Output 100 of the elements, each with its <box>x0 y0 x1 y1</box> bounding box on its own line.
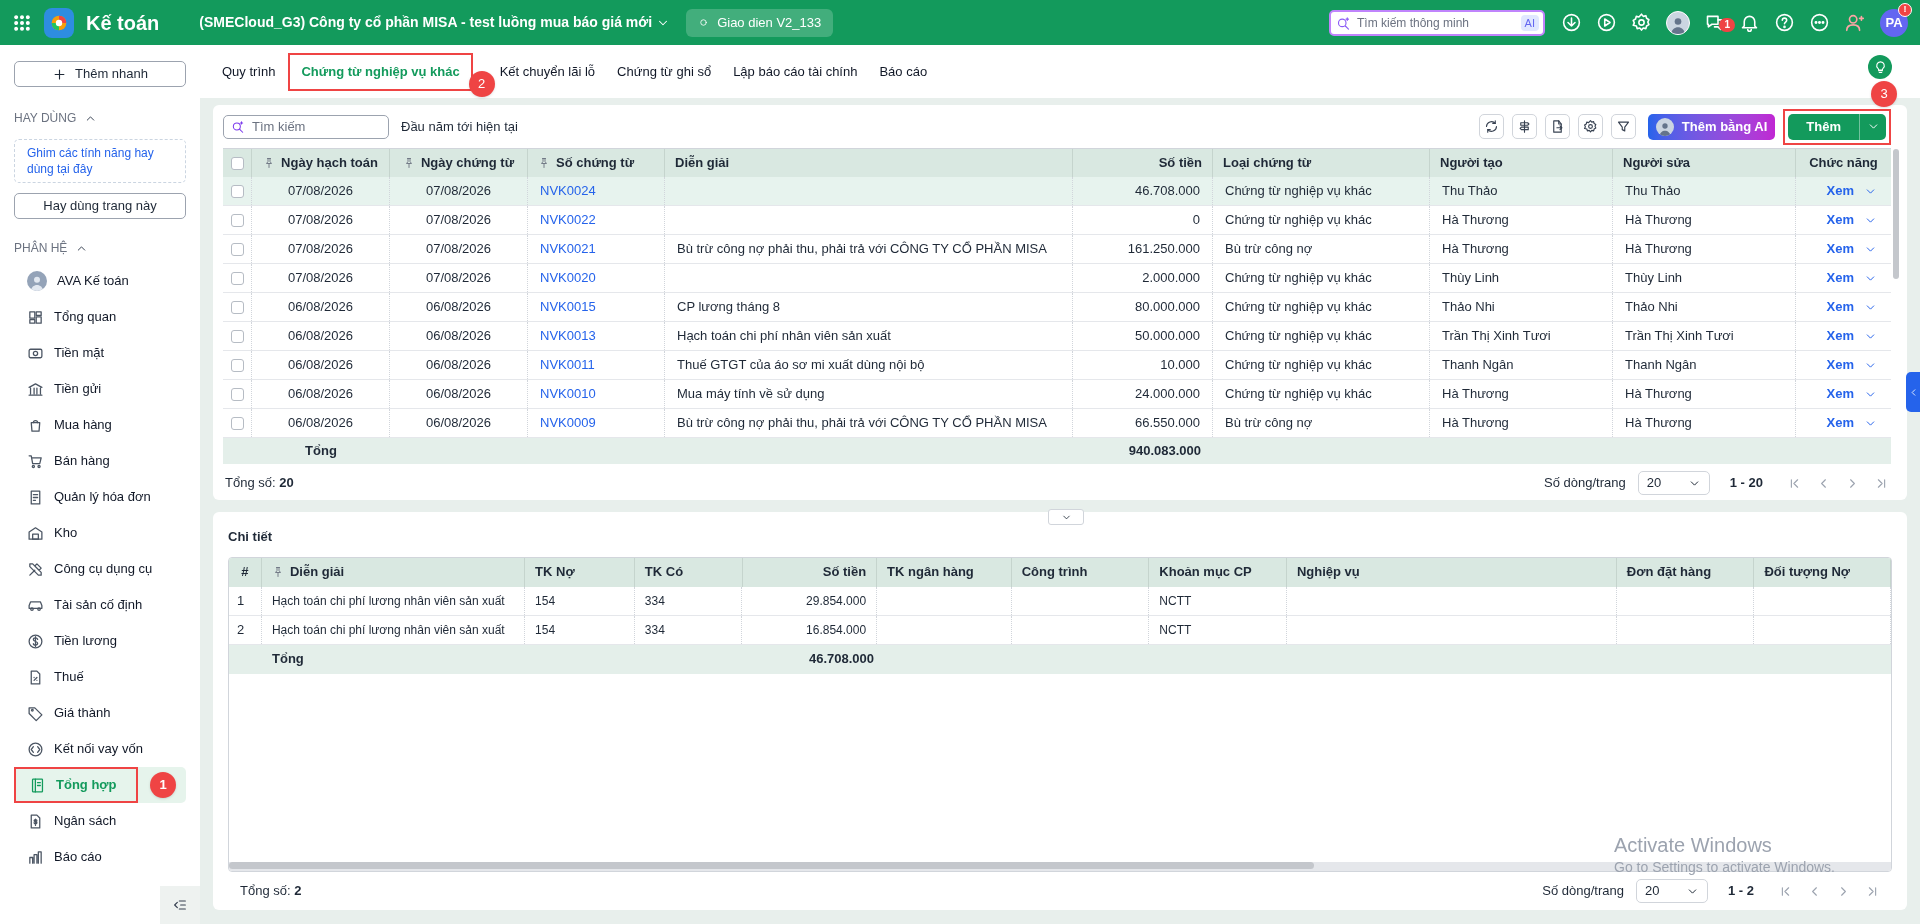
document-link[interactable]: NVK0015 <box>540 297 596 317</box>
table-row[interactable]: 06/08/2026 06/08/2026 NVK0013 Hạch toán chi phí nhân viên sản xuất 50.000.000 Chứng từ nghiệp vụ khác Trần Thị Xinh Tươi Trần Thị Xinh Tươi Xem <box>223 322 1891 351</box>
sidebar-item[interactable]: Giá thành <box>14 695 186 731</box>
company-selector[interactable]: (SMECloud_G3) Công ty cổ phần MISA - test luồng mua báo giá mới <box>199 12 671 33</box>
view-link[interactable]: Xem <box>1826 413 1854 433</box>
tab[interactable]: Báo cáo <box>870 56 937 87</box>
settings-icon[interactable] <box>1631 12 1652 33</box>
table-row[interactable]: 07/08/2026 07/08/2026 NVK0022 0 Chứng từ nghiệp vụ khác Hà Thương Hà Thương Xem <box>223 206 1891 235</box>
column-header[interactable]: Công trình <box>1011 557 1150 587</box>
document-link[interactable]: NVK0013 <box>540 326 596 346</box>
view-link[interactable]: Xem <box>1826 210 1854 230</box>
column-header[interactable]: Diễn giải <box>261 557 526 587</box>
view-link[interactable]: Xem <box>1826 384 1854 404</box>
more-icon[interactable] <box>1809 12 1830 33</box>
sidebar-item[interactable]: Báo cáo <box>14 839 186 875</box>
column-header[interactable]: Đơn đặt hàng <box>1616 557 1755 587</box>
collapse-panel-button[interactable] <box>1048 509 1084 525</box>
checkbox[interactable] <box>230 271 244 285</box>
scrollbar[interactable] <box>229 862 1314 869</box>
document-link[interactable]: NVK0009 <box>540 413 596 433</box>
collapse-sidebar-button[interactable] <box>160 886 200 924</box>
pin-icon[interactable] <box>538 157 550 169</box>
sidebar-item[interactable]: Tiền gửi <box>14 371 186 407</box>
table-row[interactable]: 07/08/2026 07/08/2026 NVK0024 46.708.000 Chứng từ nghiệp vụ khác Thu Thảo Thu Thảo Xem <box>223 177 1891 206</box>
tab[interactable]: Chứng từ nghiệp vụ khác <box>292 56 469 87</box>
column-header[interactable]: Đối tượng Nợ <box>1754 557 1891 587</box>
column-header[interactable]: TK Có <box>634 557 743 587</box>
tab[interactable]: Chứng từ ghi sổ <box>608 56 721 87</box>
column-header[interactable]: TK ngân hàng <box>877 557 1012 587</box>
checkbox[interactable] <box>230 242 244 256</box>
search-field[interactable]: Tìm kiếm <box>223 114 389 139</box>
checkbox[interactable] <box>230 329 244 343</box>
toolbar-button[interactable] <box>1544 114 1570 139</box>
table-row[interactable]: 06/08/2026 06/08/2026 NVK0011 Thuế GTGT của áo sơ mi xuất dùng nội bộ 10.000 Chứng từ nghiệp vụ khác Thanh Ngân Thanh Ngân Xem <box>223 351 1891 380</box>
table-cell-text: 154 <box>535 592 556 610</box>
sidebar-item[interactable]: Tài sản cố định <box>14 587 186 623</box>
sidebar-item[interactable]: Kết nối vay vốn <box>14 731 186 767</box>
apps-grid-icon[interactable] <box>12 12 32 33</box>
column-header[interactable]: Số tiền <box>742 557 878 587</box>
table-row[interactable]: 07/08/2026 07/08/2026 NVK0021 Bù trừ công nợ phải thu, phải trả với CÔNG TY CỔ PHẦN MISA 161.250.000 Bù trừ công nợ Hà Thương Hà Thương Xem <box>223 235 1891 264</box>
download-icon[interactable] <box>1561 12 1582 33</box>
page-size-select[interactable]: 20 <box>1636 879 1708 903</box>
column-header[interactable]: Nghiệp vụ <box>1286 557 1617 587</box>
period-filter[interactable]: Đầu năm tới hiện tại <box>401 116 518 137</box>
add-with-ai-button[interactable]: Thêm bằng AI <box>1647 113 1776 140</box>
sidebar-item[interactable]: Kho <box>14 515 186 551</box>
tab[interactable]: Lập báo cáo tài chính <box>724 56 867 87</box>
play-icon[interactable] <box>1596 12 1617 33</box>
sidebar-item[interactable]: Tổng quan <box>14 299 186 335</box>
view-link[interactable]: Xem <box>1826 297 1854 317</box>
idea-button[interactable] <box>1868 55 1892 79</box>
view-link[interactable]: Xem <box>1826 268 1854 288</box>
favorite-page-button[interactable]: Hay dùng trang này <box>14 193 186 219</box>
view-link[interactable]: Xem <box>1826 355 1854 375</box>
document-link[interactable]: NVK0021 <box>540 239 596 259</box>
column-header[interactable]: # <box>229 557 262 587</box>
toolbar-button[interactable] <box>1478 114 1504 139</box>
quick-add-button[interactable]: Thêm nhanh <box>14 61 186 87</box>
tab[interactable]: Quy trình <box>213 56 285 87</box>
sidebar-item[interactable]: AVA Kế toán <box>14 263 186 299</box>
view-link[interactable]: Xem <box>1826 326 1854 346</box>
column-header[interactable]: TK Nợ <box>525 557 635 587</box>
column-header[interactable]: Khoản mục CP <box>1149 557 1287 587</box>
view-link[interactable]: Xem <box>1826 239 1854 259</box>
checkbox[interactable] <box>230 300 244 314</box>
checkbox[interactable] <box>230 358 244 372</box>
toolbar-button[interactable] <box>1577 114 1603 139</box>
checkbox[interactable] <box>230 416 244 430</box>
document-link[interactable]: NVK0010 <box>540 384 596 404</box>
table-row[interactable]: 06/08/2026 06/08/2026 NVK0009 Bù trừ công nợ phải thu, phải trả với CÔNG TY CỔ PHẦN MISA 66.550.000 Bù trừ công nợ Hà Thương Hà Thương Xem <box>223 409 1891 438</box>
sidebar-item[interactable]: Thuế <box>14 659 186 695</box>
checkbox[interactable] <box>230 156 244 170</box>
toolbar-button[interactable] <box>1610 114 1636 139</box>
sidebar-item[interactable]: Tiền lương <box>14 623 186 659</box>
scrollbar[interactable] <box>1893 149 1899 279</box>
column-header[interactable]: Chức năng <box>1796 149 1891 177</box>
document-link[interactable]: NVK0022 <box>540 210 596 230</box>
document-link[interactable]: NVK0011 <box>540 355 595 375</box>
sidebar-item[interactable]: Bán hàng <box>14 443 186 479</box>
sidebar-item[interactable]: Ngân sách <box>14 803 186 839</box>
side-panel-toggle[interactable] <box>1906 372 1920 412</box>
sidebar-item[interactable]: Quản lý hóa đơn <box>14 479 186 515</box>
table-row[interactable]: 06/08/2026 06/08/2026 NVK0015 CP lương tháng 8 80.000.000 Chứng từ nghiệp vụ khác Thảo Nhi Thảo Nhi Xem <box>223 293 1891 322</box>
sidebar-item[interactable]: Tiền mặt <box>14 335 186 371</box>
view-link[interactable]: Xem <box>1826 181 1854 201</box>
sidebar-item[interactable]: Công cụ dụng cụ <box>14 551 186 587</box>
toolbar-button[interactable] <box>1511 114 1537 139</box>
page-size-select[interactable]: 20 <box>1637 471 1710 495</box>
avatar-icon[interactable] <box>1666 10 1690 35</box>
checkbox[interactable] <box>230 387 244 401</box>
document-link[interactable]: NVK0024 <box>540 181 596 201</box>
help-icon[interactable] <box>1774 12 1795 33</box>
checkbox[interactable] <box>230 213 244 227</box>
checkbox[interactable] <box>230 184 244 198</box>
ledger-icon <box>29 776 46 794</box>
sidebar-item[interactable]: Mua hàng <box>14 407 186 443</box>
table-row[interactable]: 07/08/2026 07/08/2026 NVK0020 2.000.000 Chứng từ nghiệp vụ khác Thùy Linh Thùy Linh Xem <box>223 264 1891 293</box>
table-row[interactable]: 06/08/2026 06/08/2026 NVK0010 Mua máy tính về sử dụng 24.000.000 Chứng từ nghiệp vụ khác Hà Thương Hà Thương Xem <box>223 380 1891 409</box>
app-logo-icon[interactable] <box>44 7 74 38</box>
document-link[interactable]: NVK0020 <box>540 268 596 288</box>
